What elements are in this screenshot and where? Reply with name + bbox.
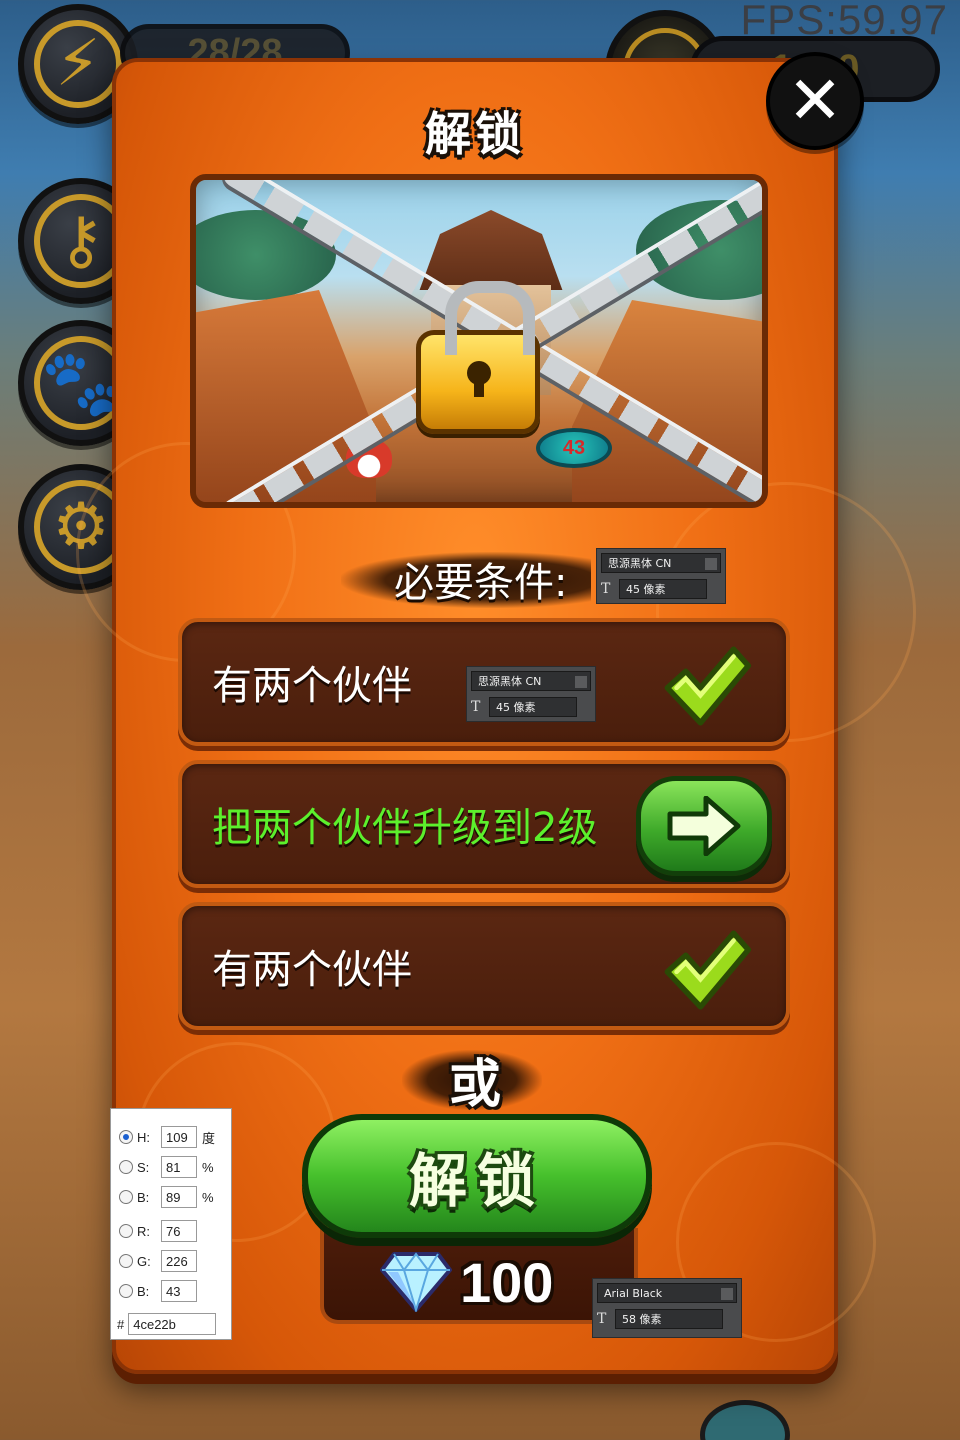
padlock-icon	[416, 281, 540, 434]
requirement-row: 有两个伙伴 思源黑体 CN T 45 像素	[178, 618, 790, 746]
requirements-label: 必要条件:	[394, 560, 568, 606]
text-size-icon: T	[597, 1311, 607, 1327]
requirement-row: 有两个伙伴	[178, 902, 790, 1030]
go-button[interactable]	[636, 776, 772, 876]
saturation-radio[interactable]	[119, 1160, 133, 1174]
level-badge: 43	[536, 428, 612, 468]
font-tooltip: 思源黑体 CN T 45 像素	[466, 666, 596, 722]
hue-radio[interactable]	[119, 1130, 133, 1144]
hue-field[interactable]: 109	[161, 1126, 197, 1148]
arrow-right-icon	[667, 796, 741, 856]
dialog-title: 解锁	[425, 107, 525, 161]
checkmark-icon	[664, 646, 752, 726]
requirement-row: 把两个伙伴升级到2级	[178, 760, 790, 888]
close-button[interactable]: ✕	[766, 52, 864, 150]
unlock-button[interactable]: 解锁	[302, 1114, 652, 1238]
saturation-field[interactable]: 81	[161, 1156, 197, 1178]
blue-radio[interactable]	[119, 1284, 133, 1298]
brightness-radio[interactable]	[119, 1190, 133, 1204]
brightness-field[interactable]: 89	[161, 1186, 197, 1208]
blue-field[interactable]: 43	[161, 1280, 197, 1302]
hex-field[interactable]: 4ce22b	[128, 1313, 217, 1335]
font-tooltip: Arial Black T 58 像素	[592, 1278, 742, 1338]
requirement-text: 有两个伙伴	[212, 663, 412, 709]
green-field[interactable]: 226	[161, 1250, 197, 1272]
bottom-hud-button[interactable]	[700, 1400, 790, 1440]
red-radio[interactable]	[119, 1224, 133, 1238]
color-picker-panel: H: 109 度 S: 81 % B: 89 % R: 76 G: 226 B:…	[110, 1108, 232, 1340]
checkmark-icon	[664, 930, 752, 1010]
green-radio[interactable]	[119, 1254, 133, 1268]
text-size-icon: T	[601, 581, 611, 597]
price-value: 100	[460, 1251, 554, 1314]
text-size-icon: T	[471, 699, 481, 715]
or-label: 或	[448, 1055, 501, 1115]
locked-level-preview: 43	[190, 174, 768, 508]
requirement-text: 有两个伙伴	[212, 947, 412, 993]
diamond-icon	[380, 1252, 452, 1312]
red-field[interactable]: 76	[161, 1220, 197, 1242]
font-tooltip: 思源黑体 CN T 45 像素	[596, 548, 726, 604]
requirement-text: 把两个伙伴升级到2级	[212, 805, 598, 851]
close-icon: ✕	[787, 62, 843, 139]
